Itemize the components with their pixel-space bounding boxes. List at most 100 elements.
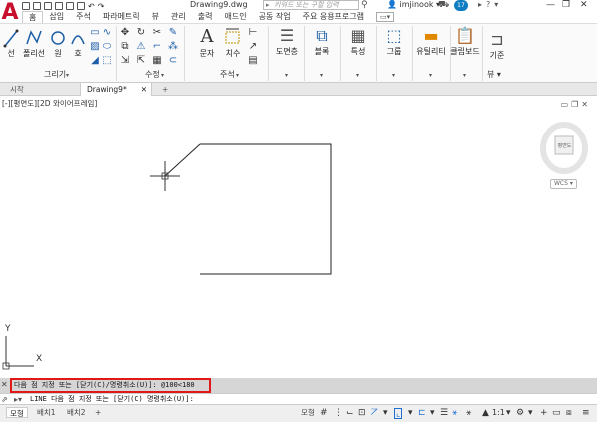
annotation-visibility-icon[interactable]: ⚹ [452,407,457,419]
customization-icon[interactable]: ≡ [582,407,590,419]
open-file-icon[interactable] [33,1,41,10]
osnap-tracking-icon[interactable]: ▾ [408,407,413,419]
group-button[interactable]: ⬚ 그룹 [380,26,408,57]
user-account[interactable]: 👤 imjinook ▾ [387,0,440,10]
hatch-icon[interactable]: ▨ [90,42,100,52]
tab-model[interactable]: 모형 [6,407,28,418]
text-button[interactable]: A 문자 [196,26,218,59]
close-tab-icon[interactable]: ✕ [141,83,147,96]
units-icon[interactable]: ▭ [552,407,561,419]
block-button[interactable]: ⧉ 블록 [308,26,336,57]
annotation-panel-dropdown-icon[interactable]: ▾ [236,72,239,79]
plot-icon[interactable] [77,1,85,10]
notification-badge[interactable]: 17 [454,0,468,11]
move-icon[interactable]: ✥ [120,28,130,38]
polyline-button[interactable]: 폴리선 [22,28,46,59]
tab-view[interactable]: 뷰 [146,11,165,23]
draw-panel-label[interactable]: 그리기 [44,70,66,80]
new-file-icon[interactable] [22,1,30,10]
annotation-scale-icon[interactable]: ▲ [482,407,489,419]
tab-output[interactable]: 출력 [192,11,219,23]
block-dropdown-icon[interactable]: ▾ [320,72,323,79]
rectangle-icon[interactable]: ▭ [90,28,100,38]
mirror-icon[interactable]: ⚠ [136,42,146,52]
offset-icon[interactable]: ⊂ [168,56,178,66]
web-mobile-icon[interactable] [66,1,74,10]
properties-button[interactable]: ▦ 특성 [344,26,372,57]
stretch-icon[interactable]: ⇲ [120,56,130,66]
copy-icon[interactable]: ⧉ [120,42,130,52]
object-snap-tracking-icon[interactable]: ⌞ [394,408,403,419]
circle-button[interactable]: 원 [50,28,66,59]
view-panel-label[interactable]: 뷰 ▾ [487,70,501,80]
tab-manage[interactable]: 관리 [165,11,192,23]
tab-annotate[interactable]: 주석 [70,11,97,23]
wcs-menu[interactable]: WCS ▾ [550,179,577,189]
grid-icon[interactable]: # [320,407,328,419]
utilities-dropdown-icon[interactable]: ▾ [429,72,432,79]
help-icons[interactable]: ▸?▾ [478,0,502,10]
polar-icon[interactable]: ▾ [383,407,388,419]
tab-featured-apps[interactable]: 주요 응용프로그램 [297,11,370,23]
close-icon[interactable]: ✕ [580,0,588,10]
search-input[interactable]: 키워드 또는 구할 입력 [263,0,359,10]
snap-icon[interactable]: ⋮ [334,407,343,419]
ortho-icon[interactable]: ⦢ [371,407,378,419]
layers-dropdown-icon[interactable]: ▾ [285,72,288,79]
annotation-monitor-icon[interactable]: + [540,407,548,419]
tab-insert[interactable]: 삽입 [43,11,70,23]
minimize-icon[interactable]: — [546,0,555,10]
trim-icon[interactable]: ✂ [152,28,162,38]
object-snap-icon[interactable]: ⊏ [418,407,426,419]
annotation-panel-label[interactable]: 주석 [220,70,235,80]
fillet-icon[interactable]: ⌐ [152,42,162,52]
tab-start[interactable]: 시작 [4,83,74,96]
save-icon[interactable] [44,1,52,10]
annotation-scale-value[interactable]: 1:1 [492,407,505,419]
erase-icon[interactable]: ✎ [168,28,178,38]
arc-button[interactable]: 호 [70,28,86,59]
command-line[interactable]: ⇗ ▸▾ LINE 다음 점 지정 또는 [닫기(C) 명령취소(U)]: [0,393,597,404]
dimension-button[interactable]: 치수 [222,26,244,59]
model-space-button[interactable]: 모형 [298,407,318,418]
explode-icon[interactable]: ⁂ [168,42,178,52]
search-icon[interactable]: ⚲ [361,0,368,10]
lineweight-icon[interactable]: ☰ [440,407,448,419]
rotate-icon[interactable]: ↻ [136,28,146,38]
save-as-icon[interactable] [55,1,63,10]
table-icon[interactable]: ▤ [248,56,258,66]
layers-button[interactable]: ☰ 도면층 [272,26,302,57]
isolate-objects-icon[interactable]: ⧈ [566,407,572,419]
tab-layout2[interactable]: 배치2 [64,407,89,418]
clipboard-button[interactable]: 📋 클립보드 [450,26,480,57]
boundary-icon[interactable]: ⬚ [102,56,112,66]
draw-extra-icon[interactable]: ◢ [90,56,100,66]
auto-scale-icon[interactable]: ⚹ [466,407,471,419]
ribbon-options-icon[interactable]: ▭▾ [376,12,395,22]
tab-home[interactable]: 홈 [22,10,44,24]
draw-panel-dropdown-icon[interactable]: ▾ [66,72,69,79]
tab-collaborate[interactable]: 공동 작업 [253,11,297,23]
undo-icon[interactable]: ↶ [88,2,95,11]
modify-panel-dropdown-icon[interactable]: ▾ [161,72,164,79]
dynamic-input-icon[interactable]: ⊡ [358,407,366,419]
infer-constraints-icon[interactable]: ⌙ [346,407,354,419]
tab-addins[interactable]: 애드인 [219,11,253,23]
maximize-icon[interactable]: ❐ [562,0,570,10]
array-icon[interactable]: ▦ [152,56,162,66]
command-close-icon[interactable]: ✕ [1,380,8,389]
cart-icon[interactable]: ⛟ [438,0,449,10]
leader-icon[interactable]: ↗ [248,42,258,52]
new-layout-icon[interactable]: + [92,407,104,418]
tab-drawing9[interactable]: Drawing9* ✕ [80,83,152,96]
ellipse-icon[interactable]: ⬭ [102,42,112,52]
tab-parametric[interactable]: 파라메트릭 [97,11,146,23]
drawing-canvas[interactable]: [-][평면도][2D 와이어프레임] ▭❐✕ Y X 평면도 WCS ▾ [0,96,597,378]
line-button[interactable]: 선 [2,28,20,59]
properties-dropdown-icon[interactable]: ▾ [356,72,359,79]
modify-panel-label[interactable]: 수정 [145,70,160,80]
tab-layout1[interactable]: 배치1 [34,407,59,418]
scale-icon[interactable]: ⇱ [136,56,146,66]
utilities-button[interactable]: ▬ 유틸리티 [414,26,448,57]
clipboard-dropdown-icon[interactable]: ▾ [463,72,466,79]
